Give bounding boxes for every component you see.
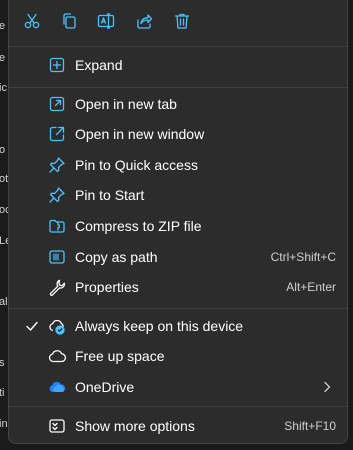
shortcut-text: Shift+F10 [284,419,336,433]
menu-item-pin-quick-access[interactable]: Pin to Quick access [14,150,342,180]
menu-item-copy-path[interactable]: Copy as path Ctrl+Shift+C [14,242,342,272]
new-tab-icon [48,95,66,113]
delete-button[interactable] [167,9,197,37]
wrench-icon [48,278,66,296]
copy-button[interactable] [54,9,84,37]
menu-item-label: Pin to Quick access [75,157,198,173]
context-toolbar [9,0,347,46]
trash-icon [173,12,191,35]
rename-icon [97,12,115,35]
cut-button[interactable] [17,9,47,37]
menu-item-label: Free up space [75,348,165,364]
menu-item-pin-start[interactable]: Pin to Start [14,180,342,210]
share-icon [135,12,153,35]
cloud-icon [48,347,67,365]
copy-path-icon [48,248,66,266]
more-options-icon [48,417,66,435]
background-fragment: ot [0,173,9,185]
background-window-text: e e ic o ot oc Le al s ti in [0,0,11,450]
background-fragment: e [0,20,6,32]
separator [9,87,347,88]
menu-item-onedrive[interactable]: OneDrive [14,372,342,402]
rename-button[interactable] [91,9,121,37]
menu-item-expand[interactable]: Expand [14,50,342,80]
separator [9,46,347,47]
context-menu: Expand Open in new tab Open in new windo… [8,0,348,444]
checkmark-icon [25,317,39,335]
expand-icon [48,56,66,74]
share-button[interactable] [129,9,159,37]
separator [9,406,347,407]
menu-item-label: Open in new tab [75,96,177,112]
background-fragment: al [0,296,8,308]
menu-item-label: Pin to Start [75,187,145,203]
separator [9,308,347,309]
scissors-icon [23,12,41,35]
cloud-sync-icon [48,317,66,335]
menu-item-compress-zip[interactable]: Compress to ZIP file [14,211,342,241]
new-window-icon [48,125,66,143]
menu-item-free-space[interactable]: Free up space [14,341,342,371]
menu-item-label: Show more options [75,418,195,434]
background-fragment: e [0,52,6,64]
onedrive-icon [48,378,66,396]
pin-icon [48,156,66,174]
menu-item-label: Always keep on this device [75,318,244,334]
copy-icon [60,12,78,35]
background-fragment: o [0,144,6,156]
menu-item-label: Expand [75,57,123,73]
menu-item-label: Properties [75,279,139,295]
shortcut-text: Alt+Enter [286,280,336,294]
menu-item-show-more-options[interactable]: Show more options Shift+F10 [14,411,342,441]
zip-icon [48,217,66,235]
menu-item-open-new-window[interactable]: Open in new window [14,119,342,149]
background-fragment: ti [0,387,5,399]
menu-item-label: Copy as path [75,249,158,265]
menu-item-label: Open in new window [75,126,205,142]
shortcut-text: Ctrl+Shift+C [270,250,336,264]
menu-item-always-keep[interactable]: Always keep on this device [14,311,342,341]
menu-item-label: Compress to ZIP file [75,218,202,234]
menu-item-properties[interactable]: Properties Alt+Enter [14,272,342,302]
menu-item-open-new-tab[interactable]: Open in new tab [14,89,342,119]
background-fragment: ic [0,82,7,94]
pin-icon [48,186,66,204]
chevron-right-icon [322,380,332,394]
background-fragment: s [0,357,5,369]
menu-item-label: OneDrive [75,379,135,395]
background-fragment: in [0,418,8,430]
